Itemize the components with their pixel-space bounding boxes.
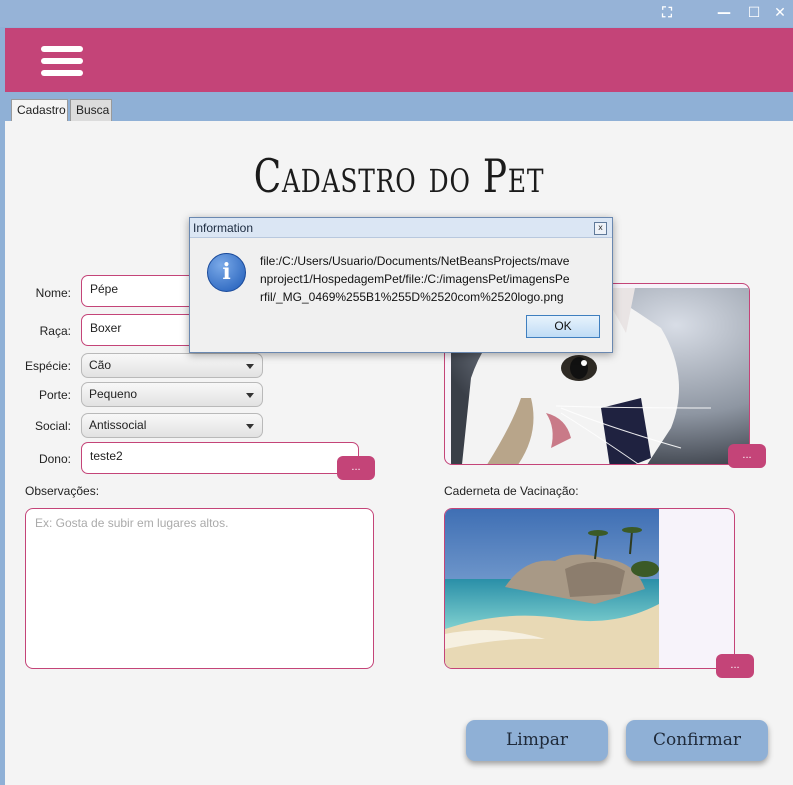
page-title: Cadastro do Pet [253, 149, 545, 203]
close-icon[interactable]: ✕ [768, 4, 792, 22]
especie-value: Cão [89, 358, 112, 372]
limpar-button[interactable]: Limpar [466, 720, 608, 761]
ok-button[interactable]: OK [526, 315, 600, 338]
chevron-down-icon [246, 424, 254, 429]
especie-label: Espécie: [24, 359, 71, 373]
information-dialog: Information x i file:/C:/Users/Usuario/D… [189, 217, 613, 353]
nome-label: Nome: [35, 286, 71, 300]
dono-browse-button[interactable]: ... [337, 456, 375, 480]
caderneta-image [445, 509, 659, 668]
dialog-title: Information [190, 218, 612, 238]
observacoes-label: Observações: [25, 484, 100, 498]
photo-browse-button[interactable]: ... [728, 444, 766, 468]
caderneta-browse-button[interactable]: ... [716, 654, 754, 678]
dono-label: Dono: [38, 452, 71, 466]
porte-label: Porte: [38, 388, 71, 402]
tab-cadastro[interactable]: Cadastro [11, 99, 68, 121]
tab-strip: Cadastro Busca [5, 92, 793, 121]
information-icon: i [207, 253, 246, 292]
dialog-close-icon[interactable]: x [594, 222, 607, 235]
observacoes-textarea[interactable]: Ex: Gosta de subir em lugares altos. [25, 508, 374, 669]
especie-select[interactable]: Cão [81, 353, 263, 378]
minimize-icon[interactable]: — [712, 4, 736, 22]
window-titlebar: ⛶ — ☐ ✕ [0, 0, 793, 27]
chevron-down-icon [246, 364, 254, 369]
dono-input[interactable]: teste2 [81, 442, 359, 474]
chevron-down-icon [246, 393, 254, 398]
porte-value: Pequeno [89, 387, 138, 401]
menu-icon[interactable] [41, 46, 83, 78]
fullscreen-icon[interactable]: ⛶ [655, 4, 679, 22]
app-header [5, 28, 793, 92]
dialog-message: file:/C:/Users/Usuario/Documents/NetBean… [260, 254, 570, 304]
caderneta-label: Caderneta de Vacinação: [444, 484, 579, 498]
tab-busca[interactable]: Busca [70, 99, 112, 121]
maximize-icon[interactable]: ☐ [742, 4, 766, 22]
confirmar-button[interactable]: Confirmar [626, 720, 768, 761]
social-value: Antissocial [89, 418, 147, 432]
social-select[interactable]: Antissocial [81, 413, 263, 438]
caderneta-box [444, 508, 735, 669]
porte-select[interactable]: Pequeno [81, 382, 263, 407]
raca-label: Raça: [39, 324, 71, 338]
social-label: Social: [34, 419, 71, 433]
